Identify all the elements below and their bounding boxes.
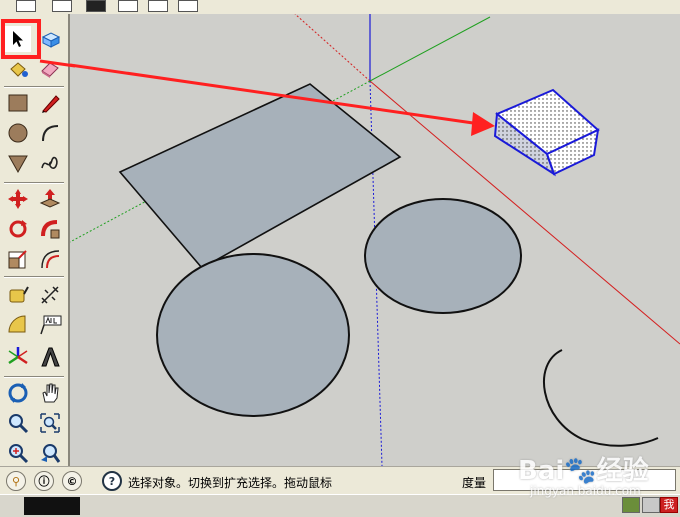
front-view-icon[interactable]	[86, 0, 106, 12]
user-account-icon[interactable]: ©	[62, 471, 82, 491]
line-tool-button[interactable]	[37, 90, 63, 116]
polygon-tool-button[interactable]	[5, 150, 31, 176]
component-icon	[41, 32, 61, 48]
3d-text-icon	[41, 347, 60, 367]
status-hint-text: 选择对象。切换到扩充选择。拖动鼠标	[128, 476, 333, 490]
offset-icon	[41, 250, 60, 269]
top-view-icon[interactable]	[52, 0, 72, 12]
circle-tool-button[interactable]	[5, 120, 31, 146]
scale-tool-button[interactable]	[5, 246, 31, 272]
rectangle-icon	[8, 94, 28, 112]
move-tool-button[interactable]	[5, 186, 31, 212]
arc-tool-button[interactable]	[37, 120, 63, 146]
rectangle-face[interactable]	[118, 83, 402, 270]
green-axis-line	[369, 16, 491, 82]
zoom-extents-icon	[9, 444, 29, 464]
annotation-arrow-head	[471, 112, 495, 136]
large-circle-face[interactable]	[156, 253, 350, 417]
small-circle-face[interactable]	[364, 198, 522, 314]
rotate-tool-button[interactable]	[5, 216, 31, 242]
3d-text-tool-button[interactable]	[37, 344, 63, 370]
watermark-brand: Bai	[518, 456, 565, 486]
arc-icon	[42, 125, 59, 142]
offset-tool-button[interactable]	[37, 246, 63, 272]
red-axis-hidden-line	[294, 14, 371, 82]
dimension-tool-button[interactable]	[37, 282, 63, 308]
geo-location-icon[interactable]: ⚲	[6, 471, 26, 491]
taskbar-button[interactable]	[24, 497, 80, 515]
zoom-extents-tool-button[interactable]	[5, 440, 31, 466]
zoom-window-icon	[40, 413, 60, 433]
back-view-icon[interactable]	[148, 0, 168, 12]
axes-icon	[8, 347, 28, 365]
open-arc-edge[interactable]	[543, 349, 659, 447]
watermark-brand-suffix: 经验	[596, 456, 649, 486]
paw-icon: 🐾	[564, 456, 597, 486]
help-icon[interactable]: ?	[102, 471, 122, 491]
freehand-tool-button[interactable]	[37, 150, 63, 176]
previous-view-icon	[41, 444, 61, 463]
toolbar-divider	[4, 376, 64, 378]
top-toolbar	[0, 0, 680, 15]
tray-icon[interactable]	[642, 497, 660, 513]
credits-icon[interactable]: ⓘ	[34, 471, 54, 491]
rectangle-tool-button[interactable]	[5, 90, 31, 116]
dimension-icon	[41, 286, 59, 304]
polygon-icon	[8, 155, 28, 174]
left-view-icon[interactable]	[178, 0, 198, 12]
toolbar-divider	[4, 182, 64, 184]
push-pull-icon	[39, 189, 61, 208]
input-method-icon[interactable]: 我	[660, 497, 678, 513]
toolbar-divider	[4, 276, 64, 278]
follow-me-tool-button[interactable]	[37, 216, 63, 242]
zoom-window-tool-button[interactable]	[37, 410, 63, 436]
tape-measure-icon	[9, 286, 29, 303]
zoom-tool-button[interactable]	[5, 410, 31, 436]
circle-icon	[8, 123, 28, 143]
protractor-tool-button[interactable]	[5, 312, 31, 338]
scale-icon	[8, 250, 27, 269]
rotate-icon	[9, 220, 27, 238]
tray-icon[interactable]	[622, 497, 640, 513]
tape-measure-tool-button[interactable]	[5, 282, 31, 308]
pan-tool-button[interactable]	[37, 380, 63, 406]
freehand-icon	[41, 156, 58, 169]
right-view-icon[interactable]	[118, 0, 138, 12]
baidu-watermark: Bai🐾经验	[518, 450, 649, 487]
watermark-url: jingyan.baidu.com	[530, 484, 641, 498]
measurements-label: 度量	[462, 476, 487, 490]
orbit-tool-button[interactable]	[5, 380, 31, 406]
follow-me-icon	[41, 220, 60, 239]
hand-icon	[42, 383, 59, 403]
previous-view-tool-button[interactable]	[37, 440, 63, 466]
magnifier-icon	[9, 414, 29, 434]
model-scene[interactable]	[70, 14, 680, 466]
drawing-viewport[interactable]	[70, 14, 680, 466]
orbit-icon	[8, 383, 28, 403]
text-tool-button[interactable]	[37, 312, 63, 338]
move-icon	[8, 189, 28, 209]
protractor-icon	[8, 315, 26, 333]
axes-tool-button[interactable]	[5, 344, 31, 370]
selected-box[interactable]	[493, 88, 600, 177]
annotation-arrow-start	[39, 59, 76, 68]
push-pull-tool-button[interactable]	[37, 186, 63, 212]
pencil-icon	[42, 95, 60, 113]
iso-view-icon[interactable]	[16, 0, 36, 12]
text-label-icon	[40, 315, 62, 335]
